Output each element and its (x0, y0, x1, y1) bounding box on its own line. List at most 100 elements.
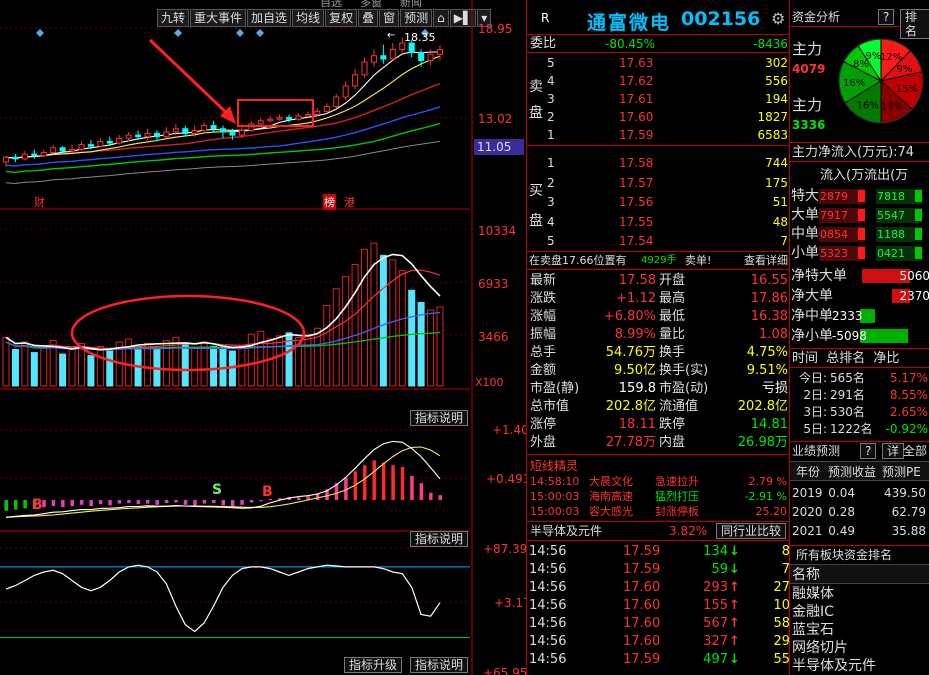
rank-row: 5日: 1222名 -0.92% (790, 421, 929, 438)
quote-label-right: 换手(实) (659, 363, 709, 378)
arrow-up-icon: ↑ (729, 634, 740, 649)
annotation-box (237, 99, 314, 127)
elves-event: 急速拉升 (655, 475, 699, 488)
quote-panel: R 通富微电 002156 ⚙ 委比 -80.45% -8436 卖盘 5 17… (526, 0, 790, 675)
net-value: 2370 (899, 289, 929, 303)
arrow-down-icon: ↓ (729, 652, 740, 667)
sell-volume: 1827 (757, 110, 788, 124)
tick-volume: 293 (703, 580, 728, 595)
board-item[interactable]: 半导体及元件 (790, 657, 929, 675)
net-bar (860, 329, 908, 343)
elves-row[interactable]: 14:58:10 大晨文化 急速拉升 2.79 % (527, 474, 790, 489)
volume-bar (153, 347, 161, 387)
volume-bar (266, 338, 274, 387)
tick-list[interactable]: 14:56 17.59 134 ↓ 8 14:56 17.59 59 ↓ 7 14:… (527, 540, 790, 675)
ma-250-line (5, 140, 441, 185)
volume-bar (436, 306, 444, 387)
pie-label: 13% (881, 102, 903, 113)
rank-h-time: 时间 (792, 351, 819, 366)
gear-icon[interactable]: ⚙ (771, 9, 785, 28)
indicator-help-button-1[interactable]: 指标说明 (410, 410, 469, 426)
tick-price: 17.60 (623, 634, 661, 649)
flow-out-header: 流出(万 (864, 168, 909, 183)
quote-label-right: 跌停 (659, 417, 686, 432)
buy-row[interactable]: 2 17.57 175 (527, 174, 790, 192)
buy-row[interactable]: 3 17.56 51 (527, 193, 790, 211)
candle-body (370, 55, 377, 63)
weibi-row: 委比 -80.45% -8436 (527, 34, 790, 53)
volume-bar (68, 349, 76, 387)
buy-volume: 48 (772, 214, 788, 229)
macd-bar (155, 500, 159, 505)
forecast-detail-button[interactable]: 详 (882, 443, 905, 459)
notice-kind: 卖单! (685, 254, 712, 267)
macd-bar (4, 500, 8, 511)
indicator-upgrade-button[interactable]: 指标升级 (344, 657, 403, 673)
board-item-name: 蓝宝石 (792, 622, 834, 638)
sell-row[interactable]: 3 17.61 194 (527, 90, 790, 108)
volume-bar (11, 349, 19, 387)
kline-chart[interactable] (0, 0, 525, 675)
tick-row: 14:56 17.60 327 ↑ 29 (527, 633, 790, 651)
indicator-help-button-2[interactable]: 指标说明 (410, 531, 469, 547)
quote-value-left: 17.58 (618, 273, 656, 288)
buy-row[interactable]: 4 17.55 48 (527, 213, 790, 231)
buy-row[interactable]: 5 17.54 7 (527, 232, 790, 250)
forecast-header: 业绩预测 ? 详 全部 (790, 441, 929, 460)
candle-body (314, 110, 321, 115)
sell-side: 卖盘 5 17.63 302 4 17.62 556 3 17.61 194 2 17… (527, 54, 790, 146)
quote-value-right: 4.75% (746, 345, 788, 360)
elves-stock: 容大感光 (589, 505, 633, 518)
sell-row[interactable]: 5 17.63 302 (527, 54, 790, 72)
elves-event: 猛烈打压 (655, 490, 699, 503)
sell-row[interactable]: 1 17.59 6583 (527, 126, 790, 144)
elves-title: 短线精灵 (530, 459, 579, 473)
buy-price: 17.56 (619, 195, 654, 209)
macd-bar (146, 500, 150, 504)
quote-row: 最新 17.58 开盘 16.55 (527, 272, 790, 290)
pie-label: 16% (843, 78, 865, 89)
elves-row[interactable]: 15:00:03 容大感光 封涨停板 25.20 (527, 504, 790, 519)
quote-value-right: 202.8亿 (737, 399, 788, 414)
macd-bar (42, 500, 46, 508)
sell-row[interactable]: 4 17.62 556 (527, 72, 790, 90)
elves-row[interactable]: 15:00:03 海南高速 猛烈打压 -2.91 % (527, 489, 790, 504)
candle-body (182, 128, 189, 135)
quote-row: 总手 54.76万 换手 4.75% (527, 344, 790, 362)
buy-row[interactable]: 1 17.58 744 (527, 154, 790, 172)
board-item[interactable]: 融媒体 (790, 585, 929, 603)
capital-help-button[interactable]: ? (878, 9, 895, 25)
ma-5-line (5, 51, 440, 159)
board-item[interactable]: 蓝宝石 (790, 621, 929, 639)
rank-value: 291名 (830, 388, 865, 402)
forecast-row: 2019 0.04 439.50 (790, 484, 929, 503)
quote-label-right: 量比 (659, 327, 686, 342)
quote-value-left: 27.78万 (605, 435, 656, 450)
forecast-pe: 35.88 (891, 524, 926, 538)
industry-compare-button[interactable]: 同行业比较 (716, 523, 787, 539)
sell-price: 17.63 (619, 56, 654, 70)
sell-price: 17.62 (619, 74, 654, 88)
candle-body (248, 123, 255, 131)
rank-period: 2日: (803, 388, 827, 402)
forecast-all-button[interactable]: 全部 (903, 442, 927, 460)
flow-in-bar (858, 228, 865, 240)
flow-row: 特大 2879 7818 (790, 187, 929, 206)
sell-row[interactable]: 2 17.60 1827 (527, 108, 790, 126)
quote-row: 涨停 18.11 跌停 14.81 (527, 416, 790, 434)
candle-body (31, 153, 38, 157)
notice-detail-link[interactable]: 查看详细 (744, 253, 788, 269)
board-item[interactable]: 网络切片 (790, 639, 929, 657)
board-title: 所有板块资金排名 (790, 545, 929, 563)
quote-label-left: 总市值 (530, 399, 570, 414)
forecast-help-button[interactable]: ? (860, 443, 877, 459)
board-item[interactable]: 金融IC (790, 603, 929, 621)
candle-body (191, 129, 198, 135)
volume-bar (2, 336, 10, 387)
macd-bar (363, 465, 367, 500)
rank-value: 530名 (830, 405, 865, 419)
macd-bar (136, 500, 141, 505)
indicator-help-button-3[interactable]: 指标说明 (410, 657, 469, 673)
volume-bar (40, 347, 48, 387)
macd-bar (202, 500, 207, 504)
